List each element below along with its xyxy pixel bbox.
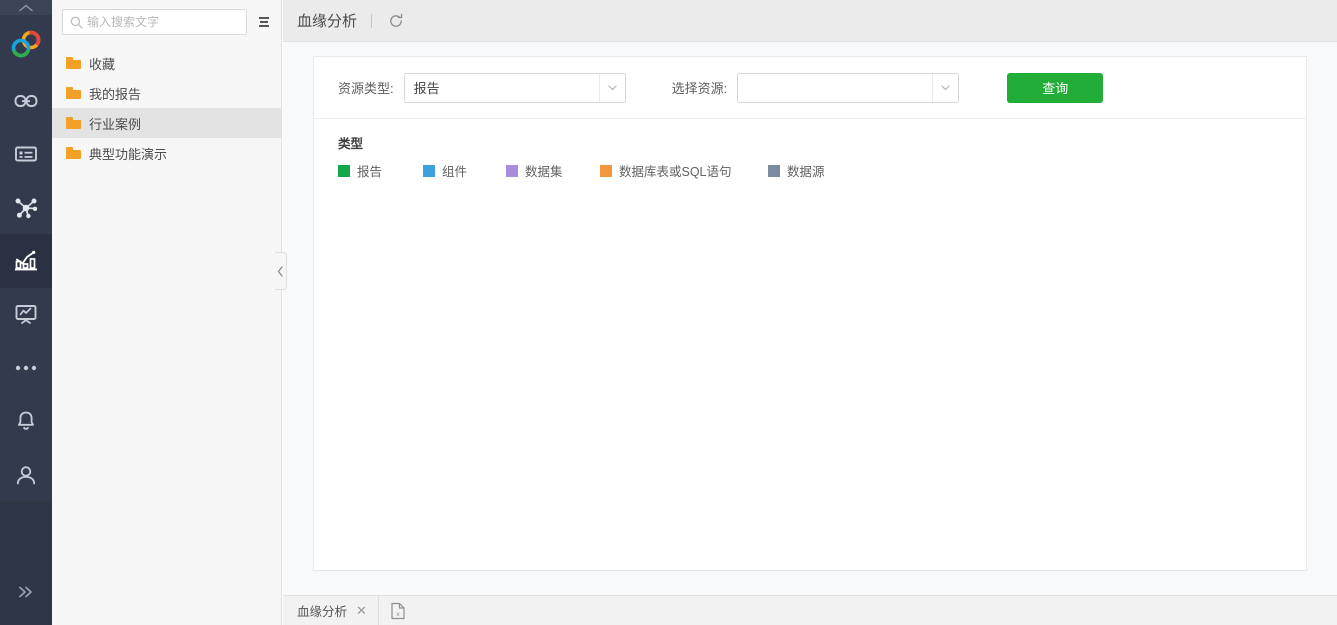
sidebar-item-user[interactable] bbox=[0, 448, 52, 501]
main-area: 血缘分析 资源类型: 报告 选择资源: 查询 类型 报告 组件 数据集 数据库表… bbox=[283, 0, 1337, 625]
lineage-graph-canvas[interactable] bbox=[314, 180, 1306, 560]
sidebar-item-catalog[interactable] bbox=[0, 128, 52, 181]
sidebar-item-notification[interactable] bbox=[0, 394, 52, 447]
legend-label: 组件 bbox=[442, 165, 468, 179]
presentation-icon bbox=[15, 305, 37, 325]
header-divider bbox=[371, 13, 373, 28]
tree-panel: 收藏 我的报告 行业案例 典型功能演示 bbox=[52, 0, 282, 625]
lineage-card: 资源类型: 报告 选择资源: 查询 类型 报告 组件 数据集 数据库表或SQL语… bbox=[313, 56, 1307, 571]
legend-item-report: 报告 bbox=[338, 161, 423, 180]
legend-label: 报告 bbox=[357, 165, 383, 179]
legend-swatch bbox=[338, 164, 350, 177]
user-icon bbox=[16, 465, 36, 484]
ellipsis-icon bbox=[15, 365, 37, 370]
svg-text:x: x bbox=[396, 611, 400, 618]
tree-item-label: 典型功能演示 bbox=[89, 146, 168, 162]
document-excel-icon: x bbox=[391, 602, 405, 619]
select-resource-dropdown-arrow[interactable] bbox=[932, 73, 958, 102]
legend-item-dataset: 数据集 bbox=[506, 161, 600, 180]
chevron-up-icon bbox=[19, 4, 33, 11]
list-menu-icon-line bbox=[259, 24, 269, 27]
query-button[interactable]: 查询 bbox=[1007, 72, 1104, 103]
tree-collapse-handle[interactable] bbox=[275, 252, 287, 290]
tree-search-row bbox=[52, 0, 281, 43]
tree-menu-button[interactable] bbox=[255, 11, 273, 33]
legend-item-component: 组件 bbox=[423, 161, 506, 180]
list-menu-icon-line bbox=[260, 20, 268, 23]
link-icon bbox=[14, 95, 38, 107]
close-icon[interactable]: ✕ bbox=[356, 603, 367, 619]
app-logo[interactable] bbox=[0, 15, 52, 74]
filter-row: 资源类型: 报告 选择资源: 查询 bbox=[314, 57, 1306, 119]
bar-chart-icon bbox=[15, 250, 37, 271]
tree-item-feature-demos[interactable]: 典型功能演示 bbox=[52, 138, 281, 168]
bottom-tabbar: 血缘分析 ✕ x bbox=[283, 595, 1337, 625]
app-root: 收藏 我的报告 行业案例 典型功能演示 血缘分析 bbox=[0, 0, 1337, 625]
list-card-icon bbox=[15, 146, 37, 162]
resource-type-value: 报告 bbox=[413, 81, 440, 96]
sidebar-item-analysis[interactable] bbox=[0, 234, 52, 288]
tab-label: 血缘分析 bbox=[297, 605, 348, 619]
sidebar-item-network[interactable] bbox=[0, 181, 52, 234]
list-menu-icon-line bbox=[259, 16, 269, 19]
folder-icon bbox=[66, 87, 81, 99]
legend-block: 类型 报告 组件 数据集 数据库表或SQL语句 数据源 bbox=[314, 119, 1306, 180]
chevron-down-icon bbox=[608, 84, 617, 90]
tree-item-label: 行业案例 bbox=[89, 116, 142, 132]
folder-icon bbox=[66, 117, 81, 129]
refresh-button[interactable] bbox=[386, 11, 406, 31]
chevron-left-icon bbox=[277, 265, 283, 277]
legend-label: 数据源 bbox=[787, 165, 825, 179]
tree-item-favorites[interactable]: 收藏 bbox=[52, 48, 281, 78]
bell-icon bbox=[18, 411, 34, 430]
page-title: 血缘分析 bbox=[297, 13, 358, 30]
document-tab-button[interactable]: x bbox=[379, 596, 417, 625]
folder-icon bbox=[66, 57, 81, 69]
content-wrapper: 资源类型: 报告 选择资源: 查询 类型 报告 组件 数据集 数据库表或SQL语… bbox=[283, 42, 1337, 595]
legend-row: 报告 组件 数据集 数据库表或SQL语句 数据源 bbox=[338, 161, 1282, 180]
double-chevron-right-icon bbox=[19, 586, 32, 598]
legend-swatch bbox=[600, 164, 612, 177]
tree-item-industry-cases[interactable]: 行业案例 bbox=[52, 108, 281, 138]
resource-type-label: 资源类型: bbox=[338, 81, 394, 96]
legend-swatch bbox=[506, 164, 518, 177]
left-icon-rail bbox=[0, 0, 52, 625]
sidebar-item-link[interactable] bbox=[0, 74, 52, 127]
tree-item-label: 收藏 bbox=[89, 56, 116, 72]
legend-swatch bbox=[423, 164, 435, 177]
legend-title: 类型 bbox=[338, 137, 364, 151]
chevron-down-icon bbox=[941, 84, 950, 90]
select-resource-label: 选择资源: bbox=[671, 81, 728, 96]
folder-icon bbox=[66, 147, 81, 159]
legend-item-datasource: 数据源 bbox=[768, 161, 825, 180]
tree-item-my-reports[interactable]: 我的报告 bbox=[52, 78, 281, 108]
rail-expand-button[interactable] bbox=[0, 558, 52, 625]
search-box[interactable] bbox=[62, 8, 247, 35]
sidebar-item-dashboard[interactable] bbox=[0, 288, 52, 341]
legend-swatch bbox=[768, 164, 780, 177]
resource-type-select[interactable]: 报告 bbox=[403, 72, 626, 103]
refresh-icon bbox=[390, 13, 403, 27]
select-resource-select[interactable] bbox=[737, 72, 960, 103]
legend-label: 数据库表或SQL语句 bbox=[619, 165, 732, 179]
tree-list: 收藏 我的报告 行业案例 典型功能演示 bbox=[52, 43, 281, 168]
tab-lineage-analysis[interactable]: 血缘分析 ✕ bbox=[283, 595, 379, 625]
main-header: 血缘分析 bbox=[283, 0, 1337, 42]
tree-item-label: 我的报告 bbox=[89, 86, 142, 102]
rings-logo-icon bbox=[11, 30, 41, 58]
rail-bottom-fill bbox=[0, 501, 52, 559]
network-nodes-icon bbox=[15, 198, 38, 218]
legend-item-db-table-or-sql: 数据库表或SQL语句 bbox=[600, 161, 768, 180]
search-input[interactable] bbox=[87, 10, 246, 33]
resource-type-dropdown-arrow[interactable] bbox=[598, 73, 625, 102]
search-icon bbox=[70, 16, 83, 29]
legend-label: 数据集 bbox=[525, 165, 563, 179]
sidebar-item-more[interactable] bbox=[0, 341, 52, 394]
rail-collapse-button[interactable] bbox=[0, 0, 52, 16]
